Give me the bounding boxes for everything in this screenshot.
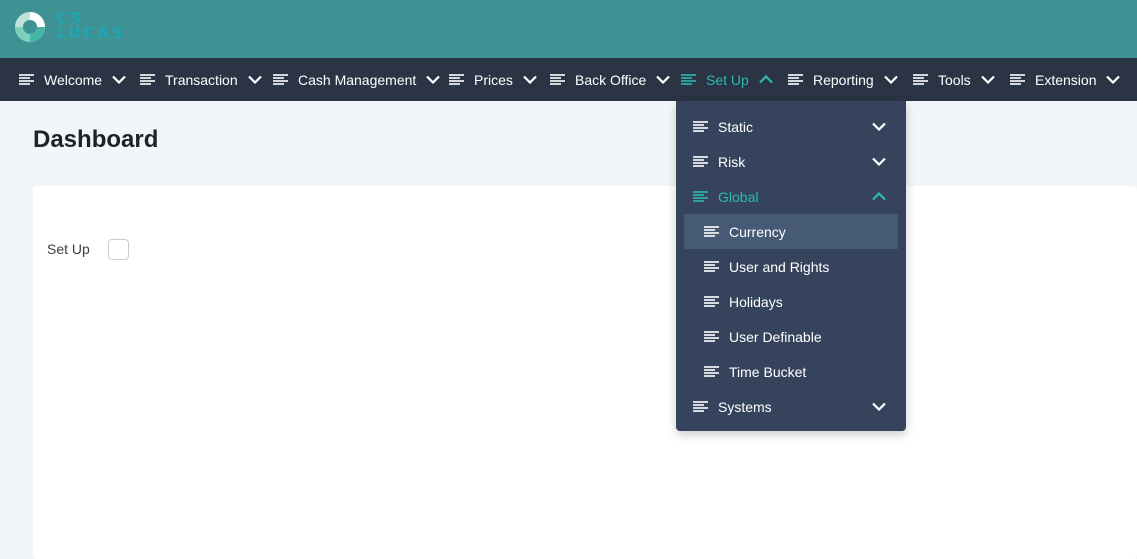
menu-lines-icon [550,74,565,85]
menu-section-label: Static [718,118,754,135]
brand-logo[interactable]: CS LUCAS [13,10,143,44]
menu-lines-icon [273,74,288,85]
chevron-down-icon [980,75,995,84]
setup-checkbox-label: Set Up [47,241,90,257]
menu-item-label: Holidays [729,293,783,310]
chevron-down-icon [872,122,886,131]
menu-item-user-definable[interactable]: User Definable [684,319,898,354]
chevron-down-icon [883,75,898,84]
nav-item-label: Extension [1035,71,1097,88]
setup-dropdown-menu: Static Risk Global Currency User and Rig… [676,101,906,431]
menu-section-label: Risk [718,153,746,170]
chevron-down-icon [872,157,886,166]
nav-item-tools[interactable]: Tools [913,58,995,101]
menu-item-currency[interactable]: Currency [684,214,898,249]
menu-lines-icon [140,74,155,85]
nav-item-label: Cash Management [298,71,417,88]
page-title: Dashboard [33,126,159,153]
menu-lines-icon [681,74,696,85]
nav-item-label: Welcome [44,71,103,88]
menu-item-label: Currency [729,223,786,240]
menu-lines-icon [704,331,719,342]
menu-lines-icon [704,366,719,377]
logo-mark-icon [15,12,45,42]
menu-lines-icon [704,296,719,307]
menu-item-time-bucket[interactable]: Time Bucket [684,354,898,389]
nav-item-label: Transaction [165,71,238,88]
chevron-up-icon [872,192,886,201]
nav-item-extension[interactable]: Extension [1010,58,1121,101]
chevron-down-icon [656,75,671,84]
menu-lines-icon [19,74,34,85]
menu-lines-icon [1010,74,1025,85]
menu-section-static[interactable]: Static [684,109,898,144]
menu-lines-icon [788,74,803,85]
menu-lines-icon [693,121,708,132]
chevron-up-icon [759,75,773,84]
top-header: CS LUCAS [0,0,1137,58]
menu-item-label: User and Rights [729,258,830,275]
logo-wordmark: CS LUCAS [56,11,126,41]
menu-lines-icon [693,156,708,167]
setup-checkbox[interactable] [108,239,129,260]
menu-lines-icon [704,226,719,237]
nav-item-label: Tools [938,71,971,88]
dashboard-card [33,186,1137,559]
chevron-down-icon [1106,75,1121,84]
nav-item-transaction[interactable]: Transaction [140,58,262,101]
menu-lines-icon [913,74,928,85]
logo-line-2: LUCAS [56,24,126,42]
menu-section-label: Global [718,188,759,205]
chevron-down-icon [247,75,262,84]
nav-item-cash-management[interactable]: Cash Management [273,58,441,101]
menu-section-systems[interactable]: Systems [684,389,898,424]
menu-item-user-and-rights[interactable]: User and Rights [684,249,898,284]
menu-section-risk[interactable]: Risk [684,144,898,179]
nav-item-set-up[interactable]: Set Up [681,58,773,101]
menu-lines-icon [693,401,708,412]
nav-item-label: Reporting [813,71,874,88]
nav-item-label: Back Office [575,71,647,88]
menu-item-label: Time Bucket [729,363,807,380]
chevron-down-icon [523,75,537,84]
menu-item-label: User Definable [729,328,822,345]
menu-section-global[interactable]: Global [684,179,898,214]
nav-item-label: Prices [474,71,513,88]
menu-lines-icon [449,74,464,85]
nav-item-welcome[interactable]: Welcome [19,58,126,101]
nav-item-prices[interactable]: Prices [449,58,537,101]
chevron-down-icon [112,75,126,84]
chevron-down-icon [872,402,886,411]
menu-lines-icon [704,261,719,272]
menu-item-holidays[interactable]: Holidays [684,284,898,319]
nav-item-label: Set Up [706,71,749,88]
main-navbar: Welcome Transaction Cash Management Pric… [0,58,1137,101]
nav-item-reporting[interactable]: Reporting [788,58,898,101]
menu-lines-icon [693,191,708,202]
nav-item-back-office[interactable]: Back Office [550,58,671,101]
menu-section-label: Systems [718,398,772,415]
chevron-down-icon [426,75,441,84]
